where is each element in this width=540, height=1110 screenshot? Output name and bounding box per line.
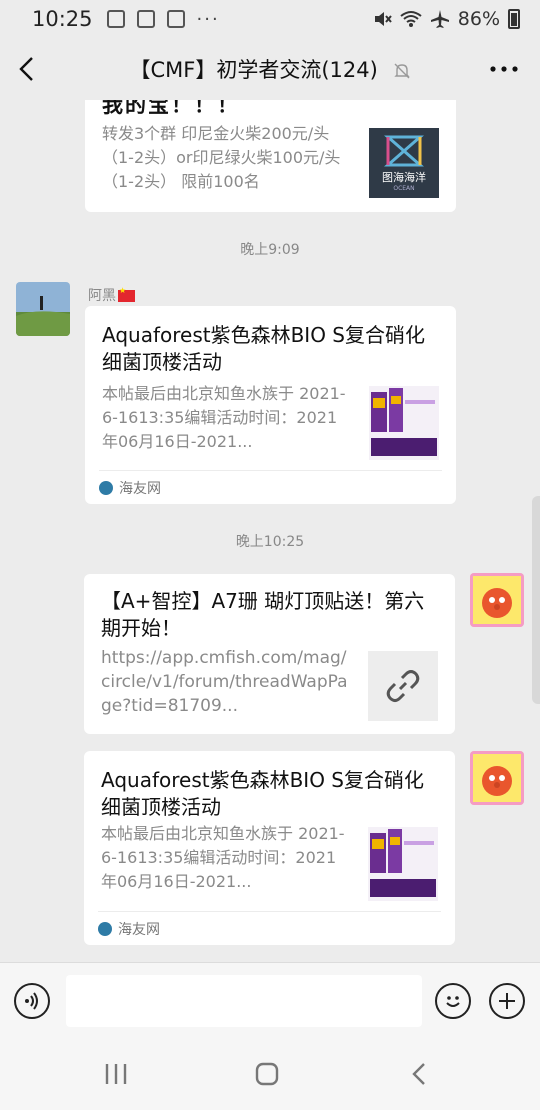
- avatar[interactable]: [16, 282, 70, 336]
- landscape-avatar-image: [16, 282, 70, 336]
- source-logo-icon: [98, 921, 112, 936]
- voice-button[interactable]: [14, 983, 50, 1019]
- source-logo-icon: [99, 480, 113, 495]
- product-image: [370, 829, 436, 897]
- product-image: [371, 388, 437, 456]
- card-thumbnail: 图海海洋 OCEAN: [369, 128, 439, 198]
- more-icon: [490, 66, 518, 72]
- voice-icon: [25, 992, 38, 1010]
- message-input-bar: [0, 962, 540, 1040]
- card-title: Aquaforest紫色森林BIO S复合硝化细菌顶楼活动: [102, 323, 425, 374]
- card-thumbnail: [368, 827, 438, 901]
- more-notifications-icon: ···: [196, 8, 220, 30]
- home-icon: [255, 1062, 279, 1086]
- shared-article-card[interactable]: Aquaforest紫色森林BIO S复合硝化细菌顶楼活动 本帖最后由北京知鱼水…: [84, 751, 455, 945]
- shared-link-card[interactable]: 【A+智控】A7珊 瑚灯顶贴送！第六期开始！ https://app.cmfis…: [84, 574, 455, 734]
- back-nav-button[interactable]: [399, 1056, 439, 1092]
- recent-apps-button[interactable]: [96, 1056, 136, 1092]
- chat-header: 【CMF】初学者交流(124): [0, 38, 540, 100]
- card-description: 本帖最后由北京知鱼水族于 2021-6-1613:35编辑活动时间：2021年0…: [101, 824, 345, 891]
- status-right: 86%: [372, 8, 520, 30]
- card-thumbnail: [369, 386, 439, 460]
- cartoon-avatar-image: [470, 573, 524, 627]
- sender-name-text: 阿黑: [88, 288, 116, 304]
- muted-bell-icon: [393, 63, 410, 79]
- airplane-icon: [430, 10, 449, 28]
- cloud-icon: [106, 10, 125, 28]
- link-icon: [386, 670, 420, 702]
- chat-message-list[interactable]: 我的宝！！！ 转发3个群 印尼金火柴200元/头（1-2头）or印尼绿火柴100…: [0, 100, 540, 962]
- back-button[interactable]: [0, 38, 52, 100]
- back-nav-icon: [412, 1063, 425, 1085]
- battery-percent: 86%: [457, 8, 500, 30]
- timestamp: 晚上9:09: [240, 242, 300, 258]
- status-bar: 10:25 ··· 86%: [0, 0, 540, 38]
- chat-title-text: 【CMF】初学者交流(124): [129, 58, 378, 82]
- card-description: 本帖最后由北京知鱼水族于 2021-6-1613:35编辑活动时间：2021年0…: [102, 384, 346, 451]
- shared-article-card[interactable]: 我的宝！！！ 转发3个群 印尼金火柴200元/头（1-2头）or印尼绿火柴100…: [85, 100, 456, 212]
- card-source: 海友网: [98, 911, 441, 945]
- card-title: 【A+智控】A7珊 瑚灯顶贴送！第六期开始！: [101, 589, 425, 640]
- edge-panel-handle[interactable]: [532, 496, 540, 704]
- card-title: Aquaforest紫色森林BIO S复合硝化细菌顶楼活动: [101, 768, 424, 819]
- system-nav-bar: [0, 1040, 540, 1110]
- battery-icon: [508, 9, 520, 29]
- sender-name: 阿黑: [88, 285, 135, 305]
- add-attachment-button[interactable]: [489, 983, 525, 1019]
- emoji-icon: [446, 996, 460, 1007]
- china-flag-icon: [118, 286, 135, 302]
- emoji-button[interactable]: [435, 983, 471, 1019]
- card-description: https://app.cmfish.com/mag/circle/v1/for…: [101, 648, 348, 716]
- status-time: 10:25: [32, 7, 93, 31]
- game-icon: [136, 10, 155, 28]
- home-button[interactable]: [247, 1056, 287, 1092]
- card-source: 海友网: [99, 470, 442, 504]
- source-name: 海友网: [119, 480, 161, 497]
- ocean-logo-icon: [384, 135, 424, 166]
- timestamp: 晚上10:25: [235, 534, 305, 550]
- thumbnail-label: 图海海洋: [382, 170, 426, 184]
- mute-status-icon: [374, 12, 392, 26]
- plus-icon: [499, 993, 515, 1009]
- recent-apps-icon: [105, 1064, 127, 1084]
- app-d-icon: [166, 10, 185, 28]
- cartoon-avatar-image: [470, 751, 524, 805]
- shared-article-card[interactable]: Aquaforest紫色森林BIO S复合硝化细菌顶楼活动 本帖最后由北京知鱼水…: [85, 306, 456, 504]
- notification-icons: ···: [106, 8, 220, 30]
- card-title: 我的宝！！！: [102, 100, 240, 117]
- card-description: 转发3个群 印尼金火柴200元/头（1-2头）or印尼绿火柴100元/头（1-2…: [102, 124, 341, 191]
- source-name: 海友网: [118, 921, 160, 938]
- thumbnail-sublabel: OCEAN: [393, 184, 415, 192]
- my-avatar[interactable]: [470, 751, 524, 805]
- more-options-button[interactable]: [484, 54, 524, 84]
- link-thumbnail: [368, 651, 438, 721]
- back-arrow-icon: [19, 57, 33, 81]
- message-input[interactable]: [66, 975, 422, 1027]
- my-avatar[interactable]: [470, 573, 524, 627]
- chat-title: 【CMF】初学者交流(124): [0, 54, 540, 84]
- wifi-icon: [400, 11, 422, 27]
